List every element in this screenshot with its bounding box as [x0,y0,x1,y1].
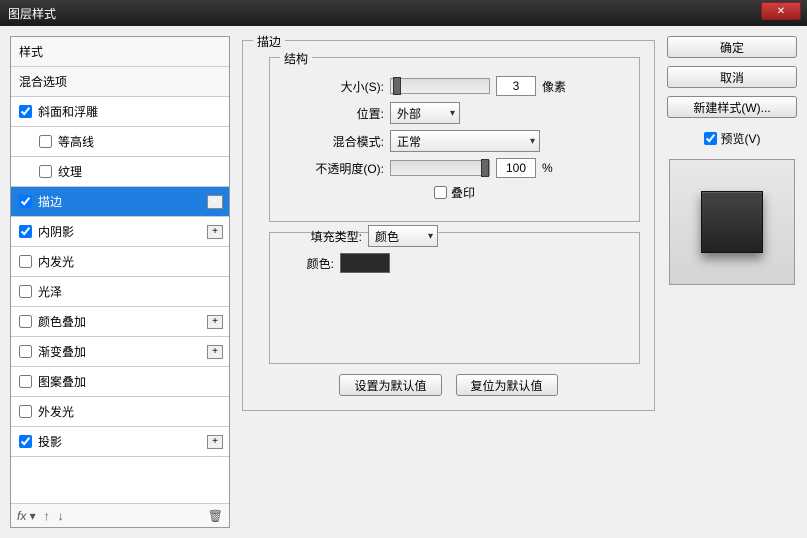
label: 投影 [38,433,62,450]
size-slider[interactable] [390,78,490,94]
sidebar-item-color-overlay[interactable]: 颜色叠加 + [11,307,229,337]
opacity-slider[interactable] [390,160,490,176]
size-label: 大小(S): [284,78,384,95]
add-icon[interactable]: + [207,195,223,209]
size-unit: 像素 [542,78,566,95]
label: 样式 [19,43,43,60]
default-buttons: 设置为默认值 复位为默认值 [257,374,640,396]
label: 斜面和浮雕 [38,103,98,120]
layer-style-dialog: 图层样式 ✕ 样式 混合选项 斜面和浮雕 等高线 纹理 [0,0,807,538]
label: 外发光 [38,403,74,420]
size-input[interactable] [496,76,536,96]
dialog-body: 样式 混合选项 斜面和浮雕 等高线 纹理 描边 + [0,26,807,538]
stroke-fieldset: 描边 结构 大小(S): 像素 位置: 外部 混合模式: [242,40,655,411]
filltype-select[interactable]: 颜色 [368,225,438,247]
titlebar[interactable]: 图层样式 ✕ [0,0,807,26]
cancel-button[interactable]: 取消 [667,66,797,88]
sidebar-footer: fx ▾ ↑ ↓ 🗑 [11,503,229,527]
label: 混合选项 [19,73,67,90]
checkbox[interactable] [19,405,32,418]
styles-sidebar: 样式 混合选项 斜面和浮雕 等高线 纹理 描边 + [10,36,230,528]
new-style-button[interactable]: 新建样式(W)... [667,96,797,118]
sidebar-item-pattern-overlay[interactable]: 图案叠加 [11,367,229,397]
structure-title: 结构 [280,50,312,67]
ok-button[interactable]: 确定 [667,36,797,58]
checkbox[interactable] [19,375,32,388]
sidebar-item-stroke[interactable]: 描边 + [11,187,229,217]
sidebar-item-drop-shadow[interactable]: 投影 + [11,427,229,457]
down-icon[interactable]: ↓ [58,509,64,523]
titlebar-text: 图层样式 [8,5,56,22]
checkbox[interactable] [19,285,32,298]
position-label: 位置: [284,105,384,122]
opacity-label: 不透明度(O): [284,160,384,177]
filltype-row: 填充类型: 颜色 [284,225,625,247]
blend-row: 混合模式: 正常 [284,130,625,152]
checkbox[interactable] [434,186,447,199]
sidebar-item-contour[interactable]: 等高线 [11,127,229,157]
up-icon[interactable]: ↑ [44,509,50,523]
blend-select[interactable]: 正常 [390,130,540,152]
panel-title: 描边 [253,33,285,50]
label: 图案叠加 [38,373,86,390]
main-panel: 描边 结构 大小(S): 像素 位置: 外部 混合模式: [242,36,655,528]
label: 纹理 [58,163,82,180]
checkbox[interactable] [19,225,32,238]
checkbox[interactable] [19,345,32,358]
add-icon[interactable]: + [207,225,223,239]
opacity-input[interactable] [496,158,536,178]
overprint-row: 叠印 [284,184,625,201]
reset-default-button[interactable]: 复位为默认值 [456,374,558,396]
color-label: 颜色: [284,255,334,272]
checkbox[interactable] [39,165,52,178]
blend-label: 混合模式: [284,133,384,150]
trash-icon[interactable]: 🗑 [208,509,223,523]
opacity-unit: % [542,161,553,175]
label: 内阴影 [38,223,74,240]
close-button[interactable]: ✕ [761,2,801,20]
sidebar-item-styles[interactable]: 样式 [11,37,229,67]
fill-fieldset: 填充类型: 颜色 颜色: [269,232,640,364]
label: 描边 [38,193,62,210]
sidebar-item-texture[interactable]: 纹理 [11,157,229,187]
checkbox[interactable] [19,195,32,208]
label: 内发光 [38,253,74,270]
sidebar-item-blending[interactable]: 混合选项 [11,67,229,97]
sidebar-item-inner-glow[interactable]: 内发光 [11,247,229,277]
color-swatch[interactable] [340,253,390,273]
position-select[interactable]: 外部 [390,102,460,124]
checkbox[interactable] [19,105,32,118]
label: 渐变叠加 [38,343,86,360]
preview-box [669,159,795,285]
sidebar-item-inner-shadow[interactable]: 内阴影 + [11,217,229,247]
right-column: 确定 取消 新建样式(W)... 预览(V) [667,36,797,528]
label: 等高线 [58,133,94,150]
color-row: 颜色: [284,253,625,273]
add-icon[interactable]: + [207,345,223,359]
label: 颜色叠加 [38,313,86,330]
filltype-label: 填充类型: [284,228,362,245]
opacity-row: 不透明度(O): % [284,158,625,178]
label: 光泽 [38,283,62,300]
sidebar-item-outer-glow[interactable]: 外发光 [11,397,229,427]
checkbox[interactable] [19,315,32,328]
checkbox[interactable] [704,132,717,145]
fx-icon[interactable]: fx ▾ [17,509,36,523]
sidebar-item-bevel[interactable]: 斜面和浮雕 [11,97,229,127]
checkbox[interactable] [39,135,52,148]
position-row: 位置: 外部 [284,102,625,124]
checkbox[interactable] [19,435,32,448]
set-default-button[interactable]: 设置为默认值 [339,374,441,396]
overprint-check[interactable]: 叠印 [434,184,475,201]
sidebar-item-satin[interactable]: 光泽 [11,277,229,307]
checkbox[interactable] [19,255,32,268]
preview-swatch [701,191,763,253]
size-row: 大小(S): 像素 [284,76,625,96]
sidebar-item-gradient-overlay[interactable]: 渐变叠加 + [11,337,229,367]
preview-check[interactable]: 预览(V) [667,130,797,147]
structure-fieldset: 结构 大小(S): 像素 位置: 外部 混合模式: 正常 [269,57,640,222]
add-icon[interactable]: + [207,435,223,449]
add-icon[interactable]: + [207,315,223,329]
